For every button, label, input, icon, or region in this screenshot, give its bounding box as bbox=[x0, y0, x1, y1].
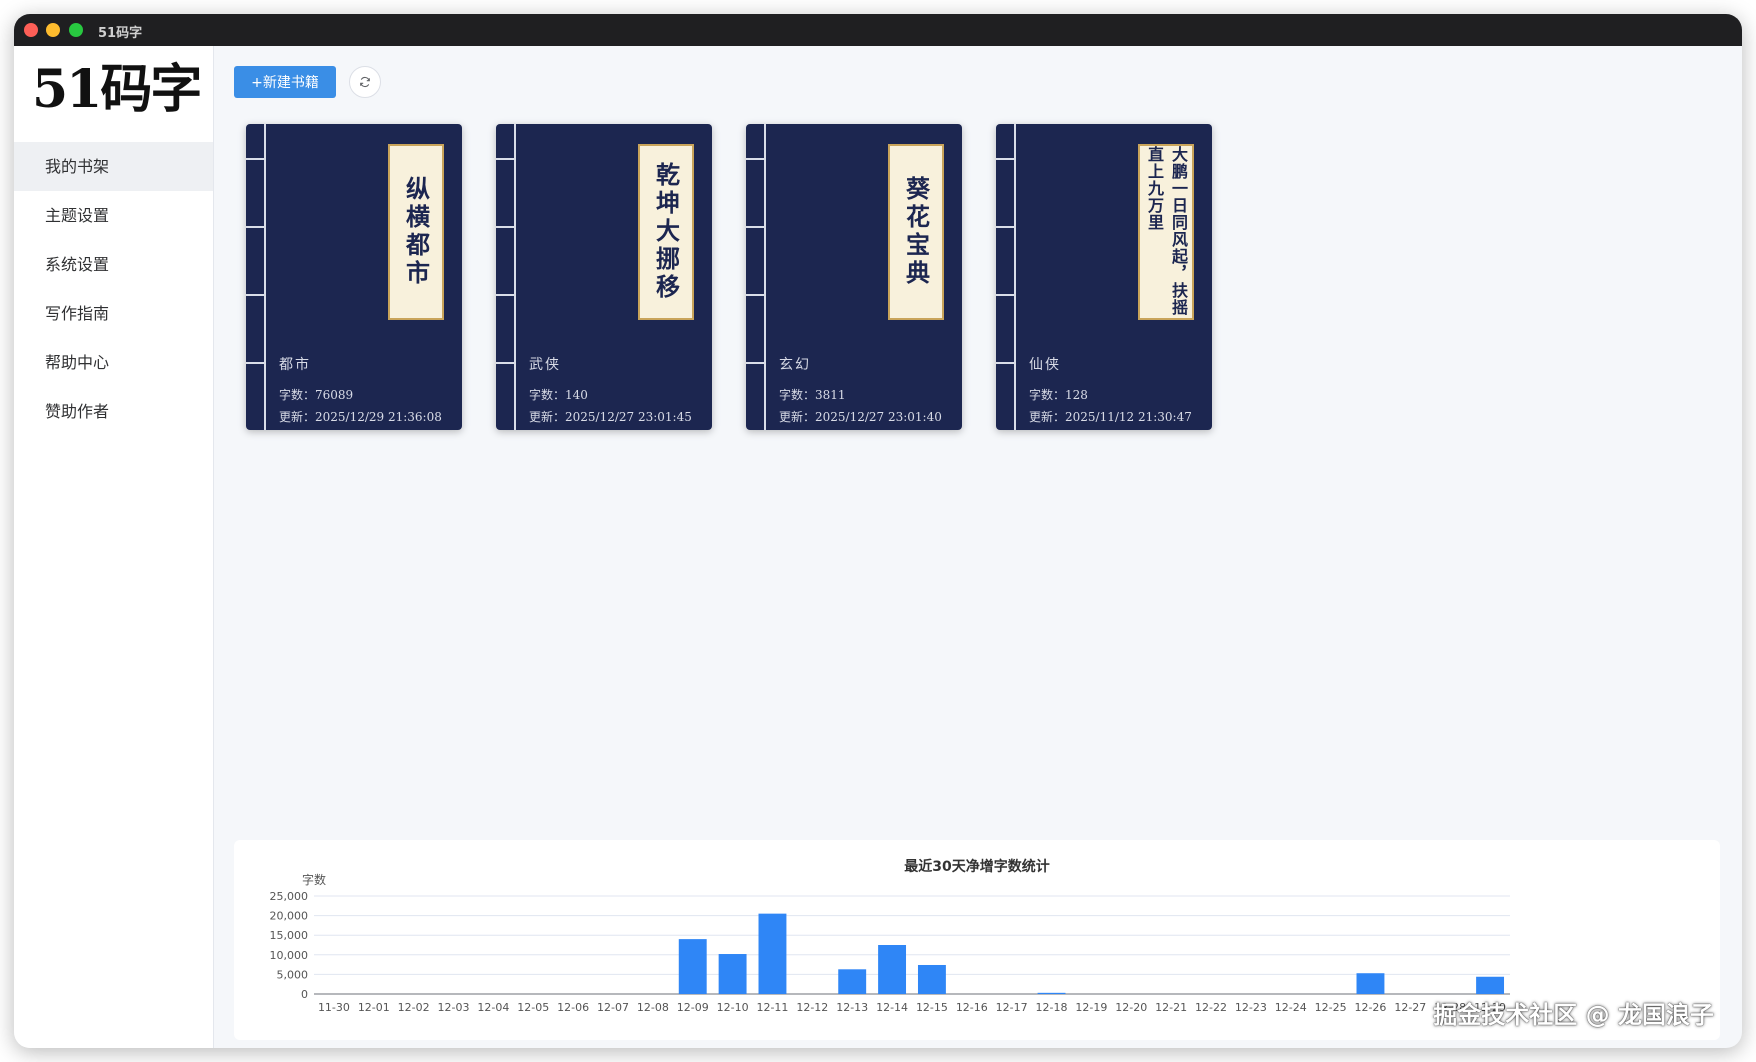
book-title: 大鹏一日同风起，扶摇直上九万里 bbox=[1145, 146, 1188, 316]
book-updated-time: 更新：2025/11/12 21:30:47 bbox=[1029, 410, 1192, 424]
y-tick-label: 5,000 bbox=[277, 968, 309, 981]
bar-12-14[interactable] bbox=[878, 945, 907, 994]
main-content: +新建书籍 纵横都市 都市 字数：76089 更新：2025/12/29 21:… bbox=[214, 46, 1742, 1048]
x-tick-label: 12-20 bbox=[1115, 1001, 1147, 1014]
chart-y-axis-label: 字数 bbox=[302, 872, 326, 887]
x-tick-label: 12-05 bbox=[517, 1001, 549, 1014]
y-tick-label: 0 bbox=[301, 988, 308, 1001]
x-tick-label: 12-04 bbox=[477, 1001, 509, 1014]
x-tick-label: 12-09 bbox=[677, 1001, 709, 1014]
y-tick-label: 10,000 bbox=[270, 949, 309, 962]
book-title: 纵横都市 bbox=[401, 176, 431, 288]
new-book-button[interactable]: +新建书籍 bbox=[234, 66, 336, 98]
book-title-label: 大鹏一日同风起，扶摇直上九万里 bbox=[1138, 144, 1194, 320]
x-tick-label: 12-24 bbox=[1275, 1001, 1307, 1014]
bar-12-11[interactable] bbox=[758, 913, 787, 994]
book-title: 乾坤大挪移 bbox=[651, 162, 681, 302]
x-tick-label: 12-19 bbox=[1075, 1001, 1107, 1014]
book-genre: 武侠 bbox=[529, 357, 561, 373]
x-tick-label: 11-30 bbox=[318, 1001, 350, 1014]
book-word-count: 字数：140 bbox=[529, 388, 588, 402]
x-tick-label: 12-06 bbox=[557, 1001, 589, 1014]
book-card[interactable]: 大鹏一日同风起，扶摇直上九万里 仙侠 字数：128 更新：2025/11/12 … bbox=[996, 124, 1212, 430]
refresh-icon bbox=[360, 76, 370, 88]
book-card[interactable]: 葵花宝典 玄幻 字数：3811 更新：2025/12/27 23:01:40 bbox=[746, 124, 962, 430]
bar-12-15[interactable] bbox=[917, 964, 946, 994]
sidebar-menu: 我的书架 主题设置 系统设置 写作指南 帮助中心 赞助作者 bbox=[14, 142, 213, 436]
book-card[interactable]: 纵横都市 都市 字数：76089 更新：2025/12/29 21:36:08 bbox=[246, 124, 462, 430]
x-tick-label: 12-02 bbox=[398, 1001, 430, 1014]
book-updated-time: 更新：2025/12/27 23:01:40 bbox=[779, 410, 942, 424]
sidebar: 51码字 我的书架 主题设置 系统设置 写作指南 帮助中心 赞助作者 bbox=[14, 46, 214, 1048]
x-tick-label: 12-27 bbox=[1394, 1001, 1426, 1014]
x-tick-label: 12-10 bbox=[717, 1001, 749, 1014]
book-title-label: 葵花宝典 bbox=[888, 144, 944, 320]
book-genre: 都市 bbox=[279, 357, 311, 373]
book-word-count: 字数：3811 bbox=[779, 388, 846, 402]
x-tick-label: 12-21 bbox=[1155, 1001, 1187, 1014]
window-title: 51码字 bbox=[98, 26, 143, 41]
y-tick-label: 20,000 bbox=[270, 910, 309, 923]
x-tick-label: 12-18 bbox=[1036, 1001, 1068, 1014]
bar-12-09[interactable] bbox=[678, 939, 707, 994]
book-title-label: 纵横都市 bbox=[388, 144, 444, 320]
book-updated-time: 更新：2025/12/29 21:36:08 bbox=[279, 410, 442, 424]
close-window-button[interactable] bbox=[24, 23, 38, 37]
book-title: 葵花宝典 bbox=[901, 176, 931, 288]
refresh-button[interactable] bbox=[349, 66, 381, 98]
sidebar-item-theme-settings[interactable]: 主题设置 bbox=[14, 191, 213, 240]
app-window: 51码字 51码字 我的书架 主题设置 系统设置 写作指南 帮助中心 赞助作者 … bbox=[14, 14, 1742, 1048]
book-title-label: 乾坤大挪移 bbox=[638, 144, 694, 320]
app-logo: 51码字 bbox=[32, 59, 202, 120]
x-tick-label: 12-22 bbox=[1195, 1001, 1227, 1014]
sidebar-item-system-settings[interactable]: 系统设置 bbox=[14, 240, 213, 289]
sidebar-item-writing-guide[interactable]: 写作指南 bbox=[14, 289, 213, 338]
y-tick-label: 25,000 bbox=[270, 890, 309, 903]
maximize-window-button[interactable] bbox=[69, 23, 83, 37]
x-tick-label: 12-26 bbox=[1354, 1001, 1386, 1014]
title-bar: 51码字 bbox=[14, 14, 1742, 46]
x-tick-label: 12-12 bbox=[796, 1001, 828, 1014]
x-tick-label: 12-03 bbox=[438, 1001, 470, 1014]
bar-12-18[interactable] bbox=[1037, 992, 1066, 994]
x-tick-label: 12-11 bbox=[756, 1001, 788, 1014]
sidebar-item-sponsor[interactable]: 赞助作者 bbox=[14, 387, 213, 436]
bar-12-29[interactable] bbox=[1476, 976, 1505, 994]
minimize-window-button[interactable] bbox=[46, 23, 60, 37]
x-tick-label: 12-08 bbox=[637, 1001, 669, 1014]
bar-12-13[interactable] bbox=[838, 969, 867, 994]
book-updated-time: 更新：2025/12/27 23:01:45 bbox=[529, 410, 692, 424]
book-word-count: 字数：76089 bbox=[279, 388, 354, 402]
x-tick-label: 12-13 bbox=[836, 1001, 868, 1014]
x-tick-label: 12-23 bbox=[1235, 1001, 1267, 1014]
x-tick-label: 12-07 bbox=[597, 1001, 629, 1014]
book-genre: 玄幻 bbox=[779, 357, 811, 373]
book-card[interactable]: 乾坤大挪移 武侠 字数：140 更新：2025/12/27 23:01:45 bbox=[496, 124, 712, 430]
book-genre: 仙侠 bbox=[1029, 357, 1061, 373]
sidebar-item-bookshelf[interactable]: 我的书架 bbox=[14, 142, 213, 191]
x-tick-label: 12-01 bbox=[358, 1001, 390, 1014]
x-tick-label: 12-14 bbox=[876, 1001, 908, 1014]
x-tick-label: 12-17 bbox=[996, 1001, 1028, 1014]
book-word-count: 字数：128 bbox=[1029, 388, 1088, 402]
bar-12-26[interactable] bbox=[1356, 973, 1385, 994]
x-tick-label: 12-16 bbox=[956, 1001, 988, 1014]
x-tick-label: 12-25 bbox=[1315, 1001, 1347, 1014]
x-tick-label: 12-15 bbox=[916, 1001, 948, 1014]
y-tick-label: 15,000 bbox=[270, 929, 309, 942]
watermark: 掘金技术社区 @ 龙国浪子 bbox=[1433, 1001, 1714, 1029]
sidebar-item-help-center[interactable]: 帮助中心 bbox=[14, 338, 213, 387]
bar-12-10[interactable] bbox=[718, 954, 747, 994]
